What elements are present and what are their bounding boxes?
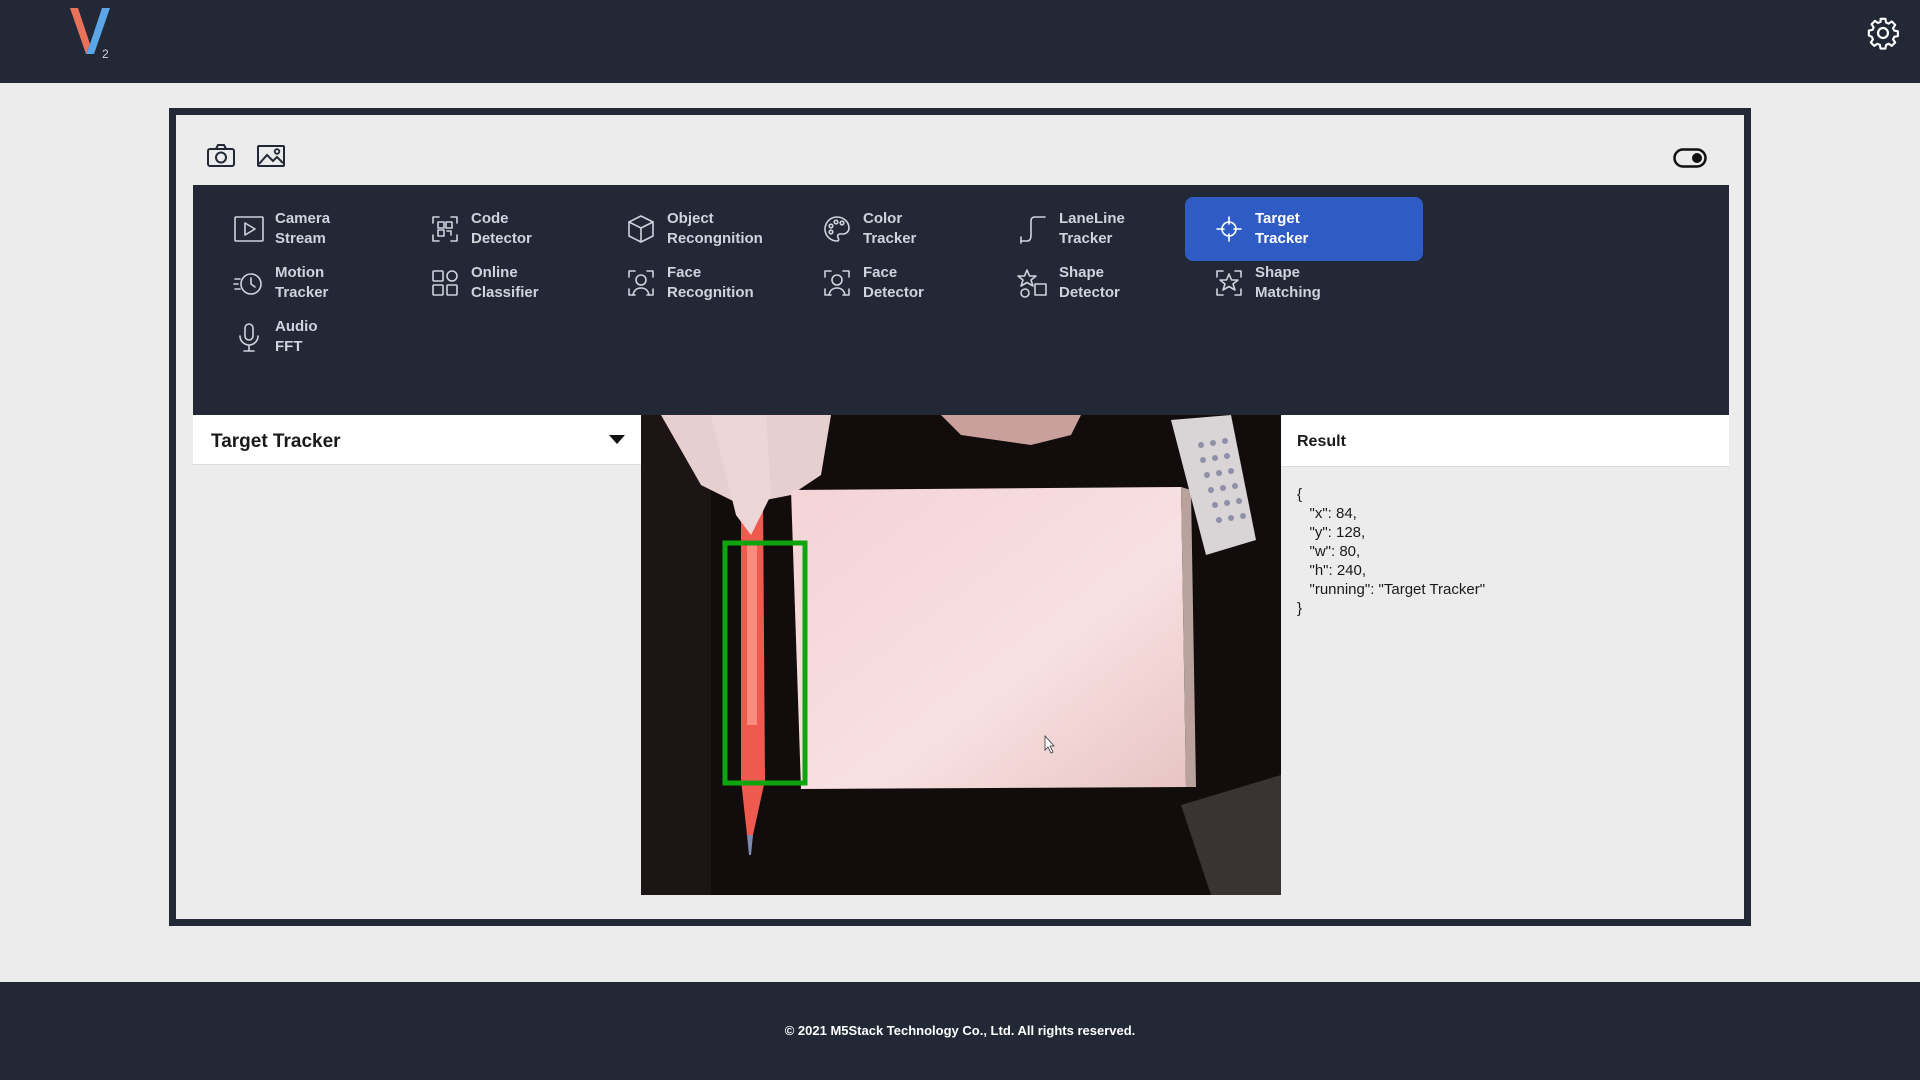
face-scan-icon [824, 270, 850, 296]
app-label: Face Detector [863, 263, 993, 303]
app-label-line2: Tracker [863, 230, 917, 247]
result-json: { "x": 84, "y": 128, "w": 80, "h": 240, … [1297, 485, 1485, 618]
app-label-line2: Recongnition [667, 230, 763, 247]
app-label-line1: Face [863, 264, 898, 281]
app-label: Code Detector [471, 209, 601, 249]
app-label: Target Tracker [1255, 209, 1385, 249]
grid-icon [432, 270, 458, 296]
logo: 2 [70, 8, 110, 61]
camera-frame [641, 415, 1281, 895]
star-scan-icon [1216, 270, 1242, 296]
app-label-line2: FFT [275, 338, 303, 355]
gear-icon[interactable] [1866, 16, 1900, 50]
motion-icon [233, 273, 262, 295]
app-label: Camera Stream [275, 209, 405, 249]
face-scan-icon [628, 270, 654, 296]
app-tile-audio-fft[interactable]: Audio FFT [205, 305, 443, 369]
app-label: Face Recognition [667, 263, 797, 303]
play-icon [234, 216, 264, 242]
app-label-line1: Face [667, 264, 702, 281]
image-icon[interactable] [256, 143, 286, 169]
app-label-line2: Matching [1255, 284, 1321, 301]
app-label-line2: Detector [1059, 284, 1120, 301]
app-label-line1: Shape [1255, 264, 1301, 281]
app-label-line2: Tracker [275, 284, 329, 301]
app-label-line1: Audio [275, 318, 318, 335]
app-label: Shape Matching [1255, 263, 1385, 303]
result-line: "x": 84, [1297, 505, 1357, 522]
app-label-line1: Shape [1059, 264, 1105, 281]
logo-subscript: 2 [102, 47, 109, 61]
app-label-line2: Classifier [471, 284, 539, 301]
app-label-line1: Camera [275, 210, 331, 227]
app-label: Motion Tracker [275, 263, 405, 303]
selected-app-label: Target Tracker [211, 431, 341, 452]
footer: © 2021 M5Stack Technology Co., Ltd. All … [0, 982, 1920, 1080]
app-label-line2: Tracker [1059, 230, 1113, 247]
result-line: "h": 240, [1297, 562, 1367, 579]
result-line: { [1297, 486, 1303, 503]
app-label-line2: Stream [275, 230, 326, 247]
result-title: Result [1297, 433, 1346, 450]
app-label: Color Tracker [863, 209, 993, 249]
app-label-line1: Target [1255, 210, 1300, 227]
result-line: } [1297, 600, 1303, 617]
app-label: LaneLine Tracker [1059, 209, 1189, 249]
caret-down-icon [609, 435, 625, 444]
app-label-line1: Online [471, 264, 518, 281]
camera-icon[interactable] [206, 143, 236, 169]
app-tile-shape-matching[interactable]: Shape Matching [1185, 251, 1423, 315]
crosshair-icon [1216, 216, 1242, 242]
copyright-text: © 2021 M5Stack Technology Co., Ltd. All … [784, 1023, 1136, 1038]
shapes-icon [1017, 269, 1047, 298]
top-bar: 2 [0, 0, 1920, 83]
app-label: Online Classifier [471, 263, 601, 303]
result-line: "y": 128, [1297, 524, 1366, 541]
result-panel: Result { "x": 84, "y": 128, "w": 80, "h"… [1281, 415, 1729, 895]
qr-code-icon [432, 216, 458, 242]
toggle-icon[interactable] [1673, 148, 1707, 168]
left-panel: Target Tracker [193, 415, 641, 895]
app-label-line1: Color [863, 210, 903, 227]
app-grid: Camera Stream Code Detector Object Recongniti… [193, 185, 1729, 415]
app-label-line2: Tracker [1255, 230, 1309, 247]
app-label-line2: Detector [863, 284, 924, 301]
app-select-dropdown[interactable]: Target Tracker [193, 415, 641, 465]
cube-icon [628, 215, 654, 243]
app-label-line2: Recognition [667, 284, 754, 301]
app-label-line1: Code [471, 210, 509, 227]
result-header: Result [1281, 415, 1729, 467]
microphone-icon [239, 323, 259, 352]
app-label-line2: Detector [471, 230, 532, 247]
app-label-line1: LaneLine [1059, 210, 1125, 227]
lane-icon [1020, 216, 1046, 244]
result-line: "running": "Target Tracker" [1297, 581, 1486, 598]
app-label: Audio FFT [275, 317, 405, 357]
result-line: "w": 80, [1297, 543, 1361, 560]
camera-view [641, 415, 1281, 895]
app-label: Object Recongnition [667, 209, 797, 249]
main-frame: Camera Stream Code Detector Object Recongniti… [169, 108, 1751, 926]
app-label-line1: Object [667, 210, 714, 227]
app-label-line1: Motion [275, 264, 325, 281]
palette-icon [824, 216, 850, 242]
toolbar [176, 115, 1744, 185]
app-label: Shape Detector [1059, 263, 1189, 303]
